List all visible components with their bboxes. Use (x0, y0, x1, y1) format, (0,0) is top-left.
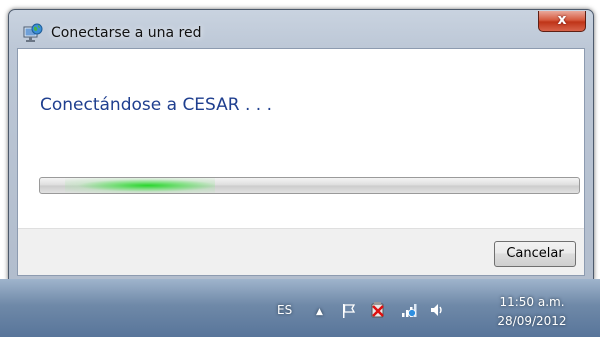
network-globe-icon (23, 23, 43, 42)
cancel-button[interactable]: Cancelar (494, 241, 576, 267)
connect-to-network-dialog: Conectarse a una red x Conectándose a CE… (8, 9, 594, 281)
power-icon[interactable] (369, 301, 387, 319)
connecting-heading: Conectándose a CESAR . . . (40, 95, 273, 115)
progress-marquee-glow (65, 178, 215, 193)
close-button[interactable]: x (538, 11, 586, 32)
dialog-content: Conectándose a CESAR . . . Cancelar (17, 48, 585, 276)
dialog-footer: Cancelar (18, 228, 584, 275)
taskbar: ES ▲ 11:50 a.m. 28/09/2012 (0, 279, 600, 337)
volume-icon[interactable] (429, 302, 445, 318)
system-clock[interactable]: 11:50 a.m. 28/09/2012 (487, 293, 577, 331)
close-icon: x (557, 12, 567, 28)
language-indicator[interactable]: ES (277, 303, 292, 317)
clock-time: 11:50 a.m. (499, 295, 565, 309)
window-title: Conectarse a una red (51, 25, 202, 41)
connection-progress-bar (39, 177, 580, 194)
network-icon[interactable] (400, 302, 418, 318)
show-hidden-icons-icon[interactable]: ▲ (316, 305, 323, 319)
clock-date: 28/09/2012 (497, 314, 567, 328)
notification-area: ES ▲ 11:50 a.m. 28/09/2012 (265, 289, 600, 329)
action-center-flag-icon[interactable] (341, 303, 357, 319)
